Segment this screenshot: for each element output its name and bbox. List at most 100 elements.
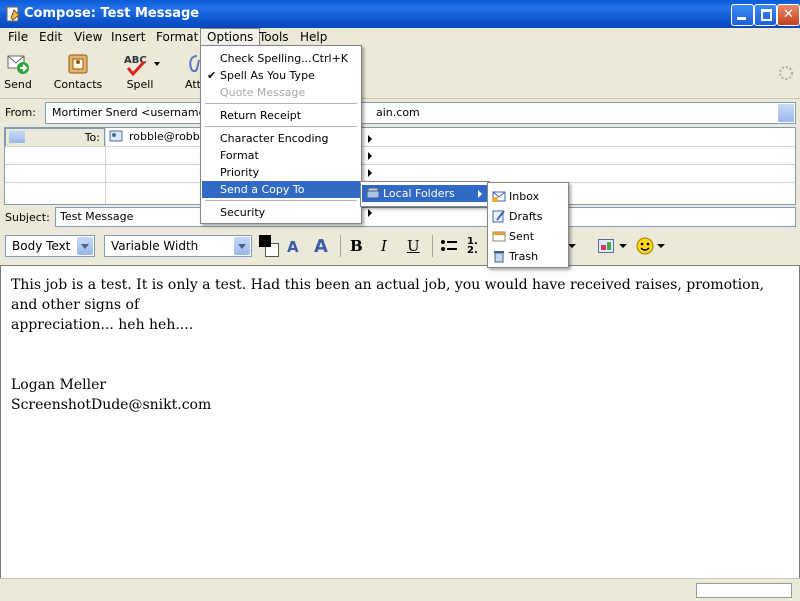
chevron-down-icon[interactable] xyxy=(77,237,93,255)
from-value-tail: ain.com xyxy=(376,106,420,119)
menu-tools[interactable]: Tools xyxy=(253,29,295,45)
menu-separator xyxy=(205,103,357,104)
menu-item-sent[interactable]: Sent xyxy=(489,228,567,245)
text-color-button[interactable] xyxy=(259,235,281,257)
subject-row: Subject: Test Message xyxy=(0,206,800,228)
larger-font-icon[interactable]: A xyxy=(314,236,328,257)
send-icon xyxy=(6,52,30,76)
chevron-down-icon[interactable] xyxy=(778,104,794,122)
sent-label: Sent xyxy=(509,230,535,243)
minimize-button[interactable] xyxy=(731,4,754,26)
menu-item-drafts[interactable]: Drafts xyxy=(489,208,567,225)
smaller-font-icon[interactable]: A xyxy=(287,238,299,256)
format-label: Format xyxy=(220,149,259,162)
insert-image-icon[interactable] xyxy=(598,239,614,253)
menu-item-check-spelling[interactable]: Check Spelling... Ctrl+K xyxy=(202,50,378,67)
submenu-arrow-icon xyxy=(368,135,372,143)
from-row: From: Mortimer Snerd <username@d ain.com xyxy=(0,100,800,126)
menu-item-security[interactable]: Security xyxy=(202,204,378,221)
menu-view[interactable]: View xyxy=(68,29,108,45)
local-folders-icon xyxy=(366,186,380,200)
trash-icon xyxy=(492,249,506,263)
menu-item-send-a-copy-to[interactable]: Send a Copy To xyxy=(202,181,378,198)
row-divider xyxy=(5,146,795,147)
smiley-dropdown-arrow[interactable] xyxy=(657,244,665,248)
from-value: Mortimer Snerd <username@d xyxy=(52,106,224,119)
check-spelling-shortcut: Ctrl+K xyxy=(312,52,349,65)
status-bar xyxy=(0,578,800,601)
menu-options[interactable]: Options xyxy=(200,28,261,46)
body-line-1: This job is a test. It is only a test. H… xyxy=(11,277,765,313)
main-toolbar: Send Contacts ABC Spell Att xyxy=(0,46,800,99)
menu-edit[interactable]: Edit xyxy=(33,29,68,45)
message-body-editor[interactable]: This job is a test. It is only a test. H… xyxy=(0,265,800,579)
inbox-label: Inbox xyxy=(509,190,540,203)
chevron-down-icon[interactable] xyxy=(9,131,25,143)
contacts-button[interactable]: Contacts xyxy=(52,48,104,96)
checkmark-icon: ✔ xyxy=(207,69,217,82)
signature-name: Logan Meller xyxy=(11,377,107,393)
menu-item-format[interactable]: Format xyxy=(202,147,378,164)
menu-item-priority[interactable]: Priority xyxy=(202,164,378,181)
send-label: Send xyxy=(4,78,32,91)
spell-as-you-type-label: Spell As You Type xyxy=(220,69,315,82)
menu-item-local-folders[interactable]: Local Folders xyxy=(362,185,488,202)
chevron-down-icon[interactable] xyxy=(234,237,250,255)
font-select[interactable]: Variable Width xyxy=(104,235,252,257)
toolbar-separator xyxy=(432,235,433,257)
submenu-arrow-icon xyxy=(478,190,482,198)
drafts-icon xyxy=(492,209,506,223)
bullet-list-icon[interactable] xyxy=(441,239,457,253)
menu-item-character-encoding[interactable]: Character Encoding xyxy=(202,130,378,147)
spell-label: Spell xyxy=(126,78,154,91)
menu-format[interactable]: Format xyxy=(150,29,204,45)
contacts-icon xyxy=(66,52,90,76)
underline-icon[interactable]: U xyxy=(407,237,420,255)
insert-dropdown-arrow[interactable] xyxy=(619,244,627,248)
from-select[interactable]: Mortimer Snerd <username@d ain.com xyxy=(45,102,796,124)
align-dropdown-arrow[interactable] xyxy=(568,244,576,248)
submenu-arrow-icon xyxy=(368,152,372,160)
italic-icon[interactable]: I xyxy=(381,237,387,255)
font-value: Variable Width xyxy=(111,239,199,253)
subject-field[interactable]: Test Message xyxy=(55,207,796,227)
to-label: To: xyxy=(84,131,100,144)
trash-label: Trash xyxy=(509,250,539,263)
progress-meter xyxy=(696,583,792,598)
menu-item-trash[interactable]: Trash xyxy=(489,248,567,265)
submenu-arrow-icon xyxy=(368,169,372,177)
paragraph-style-select[interactable]: Body Text xyxy=(5,235,95,257)
menu-file[interactable]: File xyxy=(2,29,34,45)
send-copy-submenu: Local Folders xyxy=(360,181,490,207)
window-title: Compose: Test Message xyxy=(24,6,200,21)
maximize-button[interactable] xyxy=(754,4,777,26)
local-folders-submenu: Inbox Drafts Sent Trash xyxy=(487,182,569,268)
check-spelling-label: Check Spelling... xyxy=(220,52,312,65)
quote-message-label: Quote Message xyxy=(220,86,306,99)
inbox-icon xyxy=(492,189,506,203)
local-folders-label: Local Folders xyxy=(383,187,455,200)
from-label: From: xyxy=(5,106,36,119)
compose-app-icon xyxy=(5,6,21,22)
menu-item-inbox[interactable]: Inbox xyxy=(489,188,567,205)
menu-separator xyxy=(205,126,357,127)
security-label: Security xyxy=(220,206,266,219)
priority-label: Priority xyxy=(220,166,260,179)
menu-item-return-receipt[interactable]: Return Receipt xyxy=(202,107,378,124)
menu-insert[interactable]: Insert xyxy=(105,29,151,45)
recipient-type-select[interactable]: To: xyxy=(5,128,105,147)
menu-help[interactable]: Help xyxy=(294,29,333,45)
address-card-icon xyxy=(109,129,123,143)
send-button[interactable]: Send xyxy=(2,48,34,96)
spell-button[interactable]: ABC Spell xyxy=(118,48,162,96)
numbered-list-icon[interactable]: 1. 2. xyxy=(467,237,478,256)
bold-icon[interactable]: B xyxy=(350,237,363,255)
close-button[interactable]: ✕ xyxy=(777,4,800,26)
body-line-2: appreciation... heh heh.... xyxy=(11,317,194,333)
signature-email: ScreenshotDude@snikt.com xyxy=(11,397,212,413)
menu-item-spell-as-you-type[interactable]: ✔ Spell As You Type xyxy=(202,67,378,84)
subject-label: Subject: xyxy=(5,211,50,224)
menu-separator xyxy=(205,200,357,201)
to-address[interactable]: robble@robble xyxy=(129,130,210,143)
smiley-icon[interactable] xyxy=(636,237,654,255)
